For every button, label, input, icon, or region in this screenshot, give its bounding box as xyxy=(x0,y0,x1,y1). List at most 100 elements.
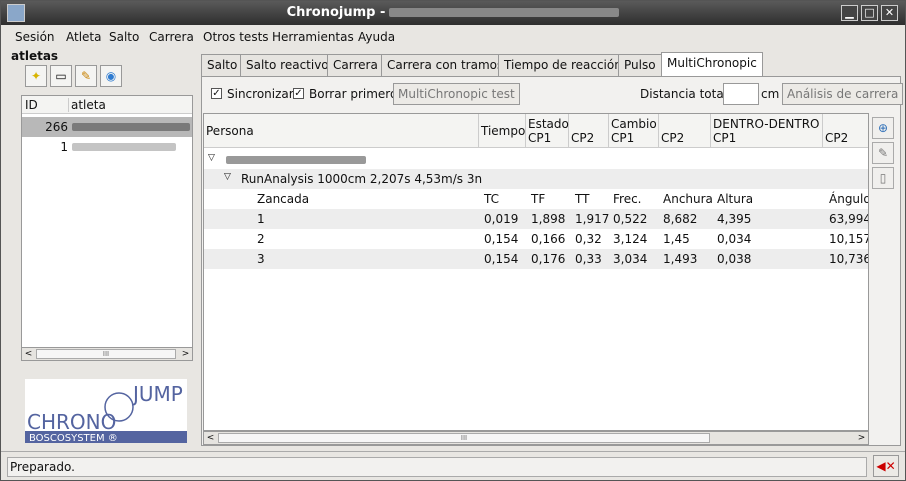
sync-checkbox[interactable]: ✓ xyxy=(211,88,222,99)
results-hscrollbar[interactable]: < III > xyxy=(203,431,869,445)
menu-herramientas[interactable]: Herramientas xyxy=(272,30,354,44)
cell: 0,019 xyxy=(484,212,519,226)
width-header: Anchura xyxy=(663,192,713,206)
col-estado-cp2[interactable]: CP2 xyxy=(569,114,609,148)
add-athlete-button[interactable]: ✦ xyxy=(25,65,47,87)
scroll-thumb[interactable]: III xyxy=(36,349,176,359)
col-estado-cp1[interactable]: Estado CP1 xyxy=(526,114,569,148)
speaker-muted-icon: ◀✕ xyxy=(876,459,896,473)
minimize-button[interactable]: ▁ xyxy=(841,5,858,21)
delete-first-checkbox[interactable]: ✓ xyxy=(293,88,304,99)
window-title: Chronojump - xyxy=(1,5,905,20)
cell: 0,154 xyxy=(484,252,519,266)
app-window: Chronojump - ▁ □ ✕ Sesión Atleta Salto C… xyxy=(0,0,906,481)
person-row[interactable]: ▽ xyxy=(204,150,868,170)
menu-atleta[interactable]: Atleta xyxy=(66,30,101,44)
cell: 63,994 xyxy=(829,212,869,226)
cell: 0,32 xyxy=(575,232,602,246)
load-athlete-button[interactable]: ▭ xyxy=(50,65,72,87)
status-bar: Preparado. ◀✕ xyxy=(1,451,905,479)
cell: 4,395 xyxy=(717,212,752,226)
col-tiempo[interactable]: Tiempo xyxy=(479,114,526,148)
tt-header: TT xyxy=(575,192,590,206)
cell: 1,917 xyxy=(575,212,610,226)
expand-person-icon[interactable]: ▽ xyxy=(208,153,215,163)
athlete-row[interactable]: 266 xyxy=(22,117,192,137)
tab-carrera[interactable]: Carrera xyxy=(327,54,384,76)
col-dentro-cp2[interactable]: CP2 xyxy=(823,114,868,148)
col-cambio-cp1[interactable]: Cambio CP1 xyxy=(609,114,659,148)
menu-salto[interactable]: Salto xyxy=(109,30,139,44)
column-id[interactable]: ID xyxy=(25,98,38,112)
freq-header: Frec. xyxy=(613,192,642,206)
cell: 3,124 xyxy=(613,232,648,246)
redacted-athlete-name xyxy=(72,123,190,131)
menu-ayuda[interactable]: Ayuda xyxy=(358,30,395,44)
scroll-right-icon[interactable]: > xyxy=(855,432,868,444)
close-button[interactable]: ✕ xyxy=(881,5,898,21)
athlete-id: 266 xyxy=(45,120,68,134)
col-dentro-cp1[interactable]: DENTRO-DENTRO CP1 xyxy=(711,114,823,148)
results-header: Persona Tiempo Estado CP1 CP2 Cambio CP1 C… xyxy=(204,114,868,148)
title-bar: Chronojump - ▁ □ ✕ xyxy=(1,1,905,25)
zoom-button[interactable]: ⊕ xyxy=(872,117,894,139)
redacted-athlete-name xyxy=(72,143,176,151)
tf-header: TF xyxy=(531,192,546,206)
menu-carrera[interactable]: Carrera xyxy=(149,30,194,44)
scroll-left-icon[interactable]: < xyxy=(204,432,217,444)
status-text: Preparado. xyxy=(7,457,867,477)
tab-pulso[interactable]: Pulso xyxy=(618,54,662,76)
multichronopic-test-button[interactable]: MultiChronopic test xyxy=(393,83,520,105)
svg-text:BOSCOSYSTEM ®: BOSCOSYSTEM ® xyxy=(29,433,118,443)
tab-salto-reactivo[interactable]: Salto reactivo xyxy=(240,54,335,76)
redacted-title xyxy=(389,8,620,17)
cell: 0,33 xyxy=(575,252,602,266)
tab-carrera-con-tramos[interactable]: Carrera con tramos xyxy=(381,54,510,76)
menu-sesion[interactable]: Sesión xyxy=(15,30,55,44)
cell: 10,736 xyxy=(829,252,869,266)
test-row[interactable]: ▽ RunAnalysis 1000cm 2,207s 4,53m/s 3n xyxy=(204,169,868,189)
athletes-hscrollbar[interactable]: < III > xyxy=(21,347,193,361)
zoom-icon: ⊕ xyxy=(877,121,889,135)
lightbulb-icon: ◉ xyxy=(105,69,117,83)
logo-graphic: CHRONO JUMP BOSCOSYSTEM ® xyxy=(25,382,187,444)
athletes-list[interactable]: ID atleta 266 1 xyxy=(21,95,193,361)
mute-button[interactable]: ◀✕ xyxy=(873,455,899,477)
delete-result-button[interactable]: ▯ xyxy=(872,167,894,189)
tab-multichronopic[interactable]: MultiChronopic xyxy=(661,52,763,76)
edit-result-button[interactable]: ✎ xyxy=(872,142,894,164)
stride-row[interactable]: 1 0,019 1,898 1,917 0,522 8,682 4,395 63… xyxy=(204,209,869,229)
sync-label: Sincronizar xyxy=(227,87,294,101)
cell: 1,898 xyxy=(531,212,566,226)
cell: 10,157 xyxy=(829,232,869,246)
col-cambio-cp2[interactable]: CP2 xyxy=(659,114,711,148)
expand-test-icon[interactable]: ▽ xyxy=(224,172,231,182)
stride-row[interactable]: 2 0,154 0,166 0,32 3,124 1,45 0,034 10,1… xyxy=(204,229,869,249)
tab-salto[interactable]: Salto xyxy=(201,54,244,76)
cell: 1,45 xyxy=(663,232,690,246)
trash-icon: ▯ xyxy=(879,171,887,185)
scroll-left-icon[interactable]: < xyxy=(22,348,35,360)
menu-bar: Sesión Atleta Salto Carrera Otros tests … xyxy=(1,27,905,47)
results-tree[interactable]: Persona Tiempo Estado CP1 CP2 Cambio CP1 C… xyxy=(203,113,869,431)
help-athlete-button[interactable]: ◉ xyxy=(100,65,122,87)
col-persona[interactable]: Persona xyxy=(204,114,479,148)
run-analysis-button[interactable]: Análisis de carrera xyxy=(782,83,904,105)
angle-header: Ángulo xyxy=(829,192,869,206)
cell: 0,522 xyxy=(613,212,648,226)
distance-unit: cm xyxy=(761,87,780,101)
maximize-button[interactable]: □ xyxy=(861,5,878,21)
tab-tiempo-de-reaccion[interactable]: Tiempo de reacción xyxy=(498,54,628,76)
stride-header: Zancada xyxy=(257,192,310,206)
scroll-right-icon[interactable]: > xyxy=(179,348,192,360)
edit-athlete-button[interactable]: ✎ xyxy=(75,65,97,87)
cell: 8,682 xyxy=(663,212,698,226)
menu-otros-tests[interactable]: Otros tests xyxy=(203,30,269,44)
athlete-row[interactable]: 1 xyxy=(22,137,192,157)
distance-input[interactable] xyxy=(723,83,759,105)
scroll-thumb[interactable]: III xyxy=(218,433,710,443)
column-athlete[interactable]: atleta xyxy=(68,98,106,112)
cell: 1,493 xyxy=(663,252,698,266)
cell: 0,038 xyxy=(717,252,752,266)
stride-row[interactable]: 3 0,154 0,176 0,33 3,034 1,493 0,038 10,… xyxy=(204,249,869,269)
